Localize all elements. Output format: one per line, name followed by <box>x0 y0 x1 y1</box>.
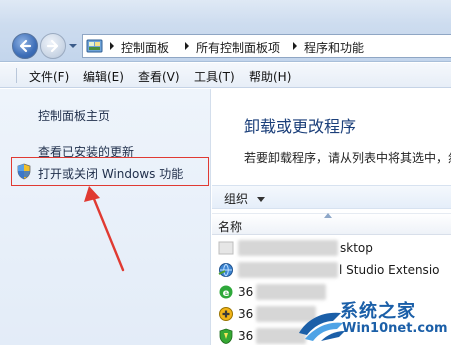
annotation-arrow-icon <box>84 186 125 272</box>
program-name: 36 <box>238 329 254 343</box>
ie-360-icon: e <box>219 285 233 299</box>
program-name: 36 <box>238 285 254 299</box>
program-name: 36 <box>238 307 254 321</box>
control-panel-home-link[interactable]: 控制面板主页 <box>38 107 110 124</box>
menu-bar-grip <box>16 68 17 83</box>
360-shield-icon <box>219 328 233 344</box>
forward-button[interactable] <box>40 33 66 59</box>
breadcrumb-all-items[interactable]: 所有控制面板项 <box>196 39 280 56</box>
watermark-brand: 系统之家 <box>340 301 416 322</box>
history-dropdown-icon[interactable] <box>68 41 78 51</box>
organize-button[interactable]: 组织 <box>224 190 265 207</box>
breadcrumb-separator-icon[interactable] <box>108 40 116 52</box>
dotnet-globe-icon <box>218 263 233 277</box>
menu-edit[interactable]: 编辑(E) <box>83 68 124 85</box>
obscured-program-name <box>238 262 338 278</box>
page-title: 卸载或更改程序 <box>244 117 357 136</box>
control-panel-icon <box>86 39 103 53</box>
window-chrome: 控制面板 所有控制面板项 程序和功能 <box>0 0 451 62</box>
address-bar[interactable]: 控制面板 所有控制面板项 程序和功能 <box>82 34 451 58</box>
generic-app-icon <box>218 241 234 255</box>
column-name-label: 名称 <box>218 220 243 234</box>
svg-text:e: e <box>223 288 230 299</box>
program-name: l Studio Extensio <box>339 263 440 277</box>
breadcrumb-separator-icon[interactable] <box>291 40 299 52</box>
menu-bar: 文件(F) 编辑(E) 查看(V) 工具(T) 帮助(H) <box>0 63 451 88</box>
back-arrow-icon <box>19 39 32 53</box>
command-bar: 组织 <box>212 185 451 209</box>
windows-features-link[interactable]: 打开或关闭 Windows 功能 <box>38 165 183 182</box>
forward-arrow-icon <box>46 39 59 53</box>
watermark-url: Win10net.com <box>342 321 448 336</box>
menu-view[interactable]: 查看(V) <box>138 68 180 85</box>
breadcrumb-programs-features[interactable]: 程序和功能 <box>304 39 364 56</box>
menu-help[interactable]: 帮助(H) <box>249 68 291 85</box>
uac-shield-icon <box>17 163 31 180</box>
page-description: 若要卸载程序，请从列表中将其选中，然 <box>244 151 451 165</box>
program-name: sktop <box>340 241 373 255</box>
column-header-name[interactable]: 名称 <box>212 213 451 235</box>
program-row[interactable]: sktop <box>212 237 451 259</box>
program-row[interactable]: l Studio Extensio <box>212 259 451 281</box>
chevron-down-icon <box>256 196 265 202</box>
menu-file[interactable]: 文件(F) <box>29 68 69 85</box>
obscured-program-name <box>238 240 338 256</box>
sort-ascending-icon <box>324 213 332 218</box>
menu-tools[interactable]: 工具(T) <box>194 68 235 85</box>
organize-label: 组织 <box>224 192 249 206</box>
back-button[interactable] <box>12 33 38 59</box>
360-plus-icon <box>219 307 233 321</box>
breadcrumb-separator-icon[interactable] <box>183 40 191 52</box>
breadcrumb-control-panel[interactable]: 控制面板 <box>121 39 169 56</box>
